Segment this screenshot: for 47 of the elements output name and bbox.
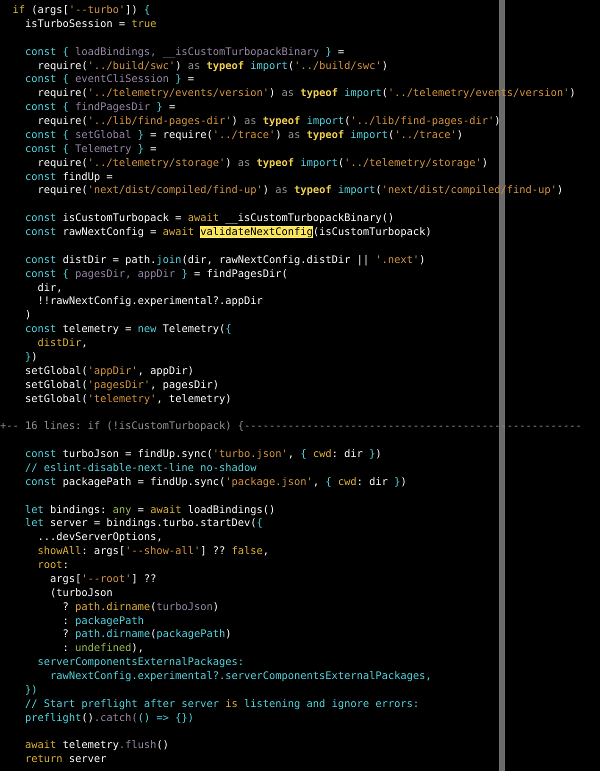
code-line: const turboJson = findUp.sync('turbo.json', { cwd: dir }) [24,448,382,462]
code-line: dir, [36,282,63,296]
code-line: if (args['--turbo']) { [12,4,150,18]
code-line: require('../telemetry/events/version') as typeof import('../telemetry/events/version') [36,87,576,102]
code-line: preflight().catch(() => {}) [24,712,194,726]
code-line: serverComponentsExternalPackages: [36,656,244,670]
code-line: ? path.dirname(turboJson) [62,600,219,614]
code-line: require('../lib/find-pages-dir') as typeof import('../lib/find-pages-dir') [36,115,501,129]
code-line: const rawNextConfig = await validateNextConfig(isCustomTurbopack) [24,226,432,240]
code-line: const isCustomTurbopack = await __isCustomTurbopackBinary() [24,212,394,226]
code-line: const { loadBindings, __isCustomTurbopackBinary } = [24,46,344,60]
code-line: const { Telemetry } = [24,142,156,157]
code-line: require('next/dist/compiled/find-up') as typeof import('next/dist/compiled/find-up') [36,184,564,198]
code-line: setGlobal('pagesDir', pagesDir) [24,378,219,392]
code-line: const { pagesDir, appDir } = findPagesDir( [24,268,288,282]
code-line: ? path.dirname(packagePath) [62,628,232,642]
code-line: const packagePath = findUp.sync('package.json', { cwd: dir }) [24,476,407,490]
code-line: args['--root'] ?? [49,572,156,587]
code-line: require('../telemetry/storage') as typeof import('../telemetry/storage') [36,156,488,170]
code-line: let server = bindings.turbo.startDev({ [24,517,263,532]
code-line: }) [24,684,38,698]
code-line: !!rawNextConfig.experimental?.appDir [36,295,263,310]
code-line: setGlobal('appDir', appDir) [24,364,194,379]
code-line: distDir, [36,337,88,351]
code-line: setGlobal('telemetry', telemetry) [24,392,232,406]
code-line: showAll: args['--show-all'] ?? false, [36,545,270,559]
code-line: require('../build/swc') as typeof import('../build/swc') [36,60,388,74]
code-line: // eslint-disable-next-line no-shadow [24,462,256,476]
code-line: const findUp = [24,170,113,184]
code-line: (turboJson [49,586,113,601]
code-line: }) [24,350,38,365]
code-line: const telemetry = new Telemetry({ [24,323,232,337]
code-line: ...devServerOptions, [36,531,163,546]
code-line: root: [36,559,69,573]
code-line: ) [24,309,32,324]
code-line: const { setGlobal } = require('../trace') as typeof import('../trace') [24,128,464,143]
code-line: : undefined), [62,642,144,656]
code-line: // Start preflight after server is listening and ignore errors: [24,698,420,712]
code-line: const { findPagesDir } = [24,101,176,115]
code-line: let bindings: any = await loadBindings() [24,504,276,518]
code-line: : packagePath [62,614,144,628]
code-line: isTurboSession = true [24,18,156,32]
code-line: const distDir = path.join(dir, rawNextConfig.distDir || '.next') [24,254,426,268]
code-line: await telemetry.flush() [24,739,169,754]
code-line: const { eventCliSession } = [24,73,194,88]
code-line: rawNextConfig.experimental?.serverComponentsExternalPackages, [49,670,432,684]
code-line: return server [24,753,106,768]
